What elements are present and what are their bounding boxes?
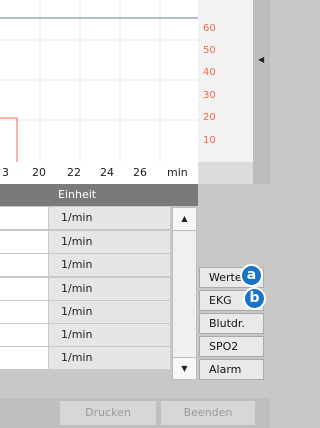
unit-cell: 1/min	[61, 235, 93, 248]
menu-label: SPO2	[209, 340, 239, 353]
chart-grid	[0, 0, 198, 162]
scroll-up-button[interactable]: ▲	[172, 207, 197, 231]
table-row[interactable]: 1/min	[49, 324, 170, 347]
scale-label-40: 40	[203, 67, 216, 78]
triangle-down-icon: ▼	[181, 364, 188, 373]
scale-label-30: 30	[203, 90, 216, 101]
table-row-cell[interactable]	[0, 278, 48, 300]
menu-label: EKG	[209, 294, 232, 307]
trend-line-red	[0, 117, 18, 162]
x-axis: 3 20 22 24 26 min	[0, 162, 198, 184]
print-button[interactable]: Drucken	[60, 401, 156, 425]
table-row[interactable]: 1/min	[49, 347, 170, 370]
menu-button-ekg[interactable]: EKG b	[199, 289, 264, 311]
triangle-left-icon[interactable]: ◀	[258, 55, 264, 64]
exit-button[interactable]: Beenden	[161, 401, 255, 425]
badge-a: a	[242, 266, 261, 285]
table-row[interactable]: 1/min	[49, 231, 170, 254]
menu-button-spo2[interactable]: SPO2	[199, 336, 264, 357]
table-row-cell[interactable]	[0, 207, 48, 229]
menu-label: Alarm	[209, 363, 242, 376]
menu-button-alarm[interactable]: Alarm	[199, 359, 264, 380]
table-row[interactable]: 1/min	[49, 301, 170, 324]
x-axis-unit: min	[167, 166, 188, 179]
scale-label-60: 60	[203, 23, 216, 34]
x-tick: 24	[100, 166, 114, 179]
x-tick: 22	[67, 166, 81, 179]
scale-label-10: 10	[203, 135, 216, 146]
table-scrollbar[interactable]	[172, 207, 197, 380]
badge-b: b	[245, 289, 264, 308]
table-row-cell[interactable]	[0, 301, 48, 323]
table-row[interactable]: 1/min	[49, 207, 170, 230]
unit-cell: 1/min	[61, 211, 93, 224]
menu-label: Werte	[209, 271, 242, 284]
scale-label-20: 20	[203, 112, 216, 123]
unit-cell: 1/min	[61, 305, 93, 318]
column-header-unit: Einheit	[58, 188, 97, 201]
x-tick: 20	[32, 166, 46, 179]
collapse-strip-lower	[253, 162, 270, 184]
value-scale: 60 50 40 30 20 10	[198, 0, 253, 162]
menu-label: Blutdr.	[209, 317, 245, 330]
menu-button-blutdr[interactable]: Blutdr.	[199, 313, 264, 334]
table-row-cell[interactable]	[0, 254, 48, 276]
table-row-cell[interactable]	[0, 324, 48, 346]
table-row[interactable]: 1/min	[49, 278, 170, 301]
x-tick: 26	[133, 166, 147, 179]
table-row-cell[interactable]	[0, 347, 48, 369]
menu-button-werte[interactable]: Werte a	[199, 266, 264, 288]
scroll-down-button[interactable]: ▼	[172, 357, 197, 380]
collapse-strip[interactable]: ◀	[253, 0, 270, 162]
table-row-cell[interactable]	[0, 231, 48, 253]
x-tick: 3	[2, 166, 9, 179]
unit-cell: 1/min	[61, 258, 93, 271]
table-row[interactable]: 1/min	[49, 254, 170, 277]
triangle-up-icon: ▲	[181, 214, 188, 223]
trend-chart	[0, 0, 198, 162]
unit-cell: 1/min	[61, 351, 93, 364]
header-filler	[198, 184, 270, 206]
scale-label-50: 50	[203, 45, 216, 56]
unit-cell: 1/min	[61, 282, 93, 295]
unit-cell: 1/min	[61, 328, 93, 341]
table-header: Einheit	[0, 184, 198, 206]
